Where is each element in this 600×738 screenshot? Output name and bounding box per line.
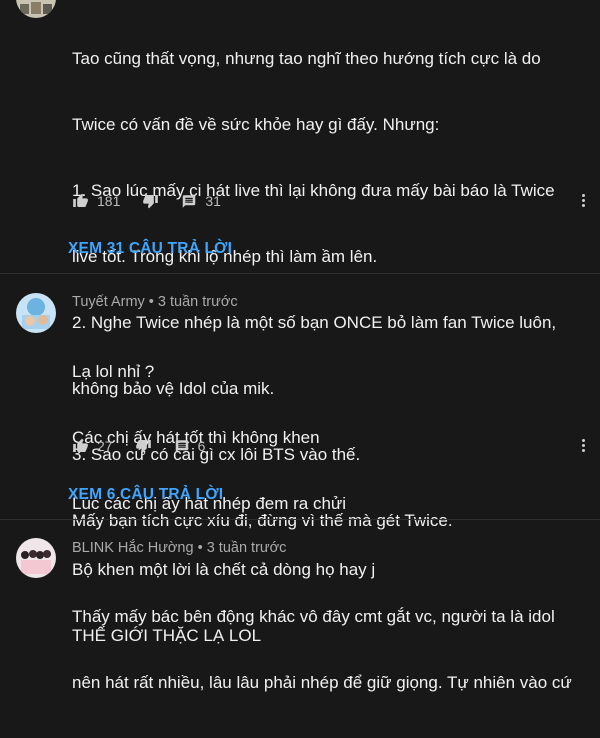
like-count: 27 <box>97 438 113 454</box>
comment-3: BLINK Hắc Hường • 3 tuần trước Thấy mấy … <box>0 520 600 692</box>
reply-button[interactable]: 6 <box>174 438 206 454</box>
comment-2: Tuyết Army • 3 tuần trước Lạ lol nhỉ ? C… <box>0 274 600 645</box>
view-replies-button[interactable]: XEM 31 CÂU TRẢ LỜI <box>68 240 232 258</box>
more-vert-icon[interactable] <box>580 437 586 455</box>
comment-line: Tao cũng thất vọng, nhưng tao nghĩ theo … <box>72 49 541 68</box>
like-button[interactable]: 27 <box>72 438 113 454</box>
view-replies-button[interactable]: XEM 6 CÂU TRẢ LỜI <box>68 486 223 504</box>
thumbs-up-icon <box>72 438 89 454</box>
comment-author[interactable]: Tuyết Army • 3 tuần trước <box>72 294 238 310</box>
comment-author[interactable]: BLINK Hắc Hường • 3 tuần trước <box>72 540 286 556</box>
thumbs-down-icon <box>142 193 159 209</box>
comment-line: Thấy mấy bác bên động khác vô đây cmt gắ… <box>72 607 555 626</box>
more-vert-icon[interactable] <box>580 192 586 210</box>
reply-count: 31 <box>205 193 221 209</box>
comment-line: Twice có vấn đề về sức khỏe hay gì đấy. … <box>72 115 440 134</box>
dislike-button[interactable] <box>135 438 152 454</box>
thumbs-up-icon <box>72 193 89 209</box>
comment-1: Tao cũng thất vọng, nhưng tao nghĩ theo … <box>0 0 600 530</box>
comment-text: Thấy mấy bác bên động khác vô đây cmt gắ… <box>72 562 592 738</box>
reply-count: 6 <box>197 438 206 454</box>
comment-line: nên hát rất nhiều, lâu lâu phải nhép để … <box>72 673 572 692</box>
like-button[interactable]: 181 <box>72 193 120 209</box>
comment-actions: 27 6 <box>72 434 227 458</box>
comment-actions: 181 31 <box>72 189 243 213</box>
avatar[interactable] <box>16 0 56 18</box>
avatar[interactable] <box>16 538 56 578</box>
comment-icon <box>181 194 197 209</box>
comment-icon <box>174 439 190 454</box>
avatar[interactable] <box>16 293 56 333</box>
like-count: 181 <box>97 193 121 209</box>
thumbs-down-icon <box>135 438 152 454</box>
comment-line: Lạ lol nhỉ ? <box>72 362 155 381</box>
dislike-button[interactable] <box>142 193 159 209</box>
reply-button[interactable]: 31 <box>181 193 221 209</box>
